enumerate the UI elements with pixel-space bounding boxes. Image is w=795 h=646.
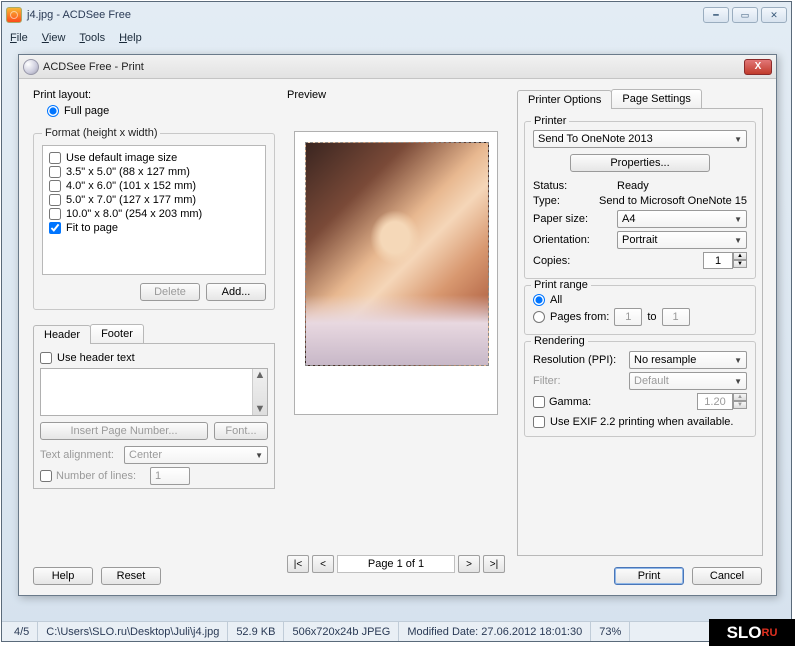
orientation-combo[interactable]: Portrait▼ [617,231,747,249]
chevron-down-icon: ▼ [734,135,742,144]
format-delete-button: Delete [140,283,200,301]
menubar: File View Tools Help [2,28,791,48]
print-button[interactable]: Print [614,567,684,585]
range-all-radio[interactable] [533,294,545,306]
range-from-input: 1 [614,308,642,326]
spin-down-icon[interactable]: ▼ [733,260,747,268]
print-dialog: ACDSee Free - Print X Print layout: Full… [18,54,777,596]
status-path: C:\Users\SLO.ru\Desktop\Juli\j4.jpg [38,622,228,641]
scroll-up-icon: ▲ [255,369,266,381]
menu-file[interactable]: File [10,32,28,44]
rendering-legend: Rendering [531,335,588,347]
status-label: Status: [533,180,613,192]
preview-label: Preview [287,89,505,101]
menu-help[interactable]: Help [119,32,142,44]
orientation-label: Orientation: [533,234,613,246]
spin-up-icon: ▲ [733,393,747,401]
full-page-label: Full page [64,105,109,117]
printer-legend: Printer [531,115,569,127]
printer-properties-button[interactable]: Properties... [570,154,710,172]
number-of-lines-checkbox [40,470,52,482]
filter-label: Filter: [533,375,625,387]
gamma-checkbox[interactable] [533,396,545,408]
status-index: 4/5 [6,622,38,641]
status-value: Ready [617,180,649,192]
range-pages-radio[interactable] [533,311,545,323]
format-check-4[interactable] [49,208,61,220]
number-of-lines-label: Number of lines: [56,470,146,482]
menu-tools[interactable]: Tools [79,32,105,44]
print-icon [23,59,39,75]
format-listbox[interactable]: Use default image size 3.5" x 5.0" (88 x… [42,145,266,275]
chevron-down-icon: ▼ [734,215,742,224]
paper-size-label: Paper size: [533,213,613,225]
spin-up-icon[interactable]: ▲ [733,252,747,260]
tab-footer[interactable]: Footer [90,324,144,343]
print-layout-label: Print layout: [33,89,275,101]
header-textarea: ▲▼ [40,368,268,416]
close-button[interactable]: ✕ [761,7,787,23]
tab-header[interactable]: Header [33,325,91,344]
dialog-title: ACDSee Free - Print [43,61,744,73]
range-to-input: 1 [662,308,690,326]
filter-combo: Default▼ [629,372,747,390]
window-title: j4.jpg - ACDSee Free [27,9,703,21]
print-range-legend: Print range [531,279,591,291]
format-legend: Format (height x width) [42,127,160,139]
titlebar: j4.jpg - ACDSee Free ━ ▭ ✕ [2,2,791,28]
dialog-close-button[interactable]: X [744,59,772,75]
status-zoom: 73% [591,622,630,641]
gamma-label: Gamma: [549,396,627,408]
reset-button[interactable]: Reset [101,567,161,585]
minimize-button[interactable]: ━ [703,7,729,23]
statusbar: 4/5 C:\Users\SLO.ru\Desktop\Juli\j4.jpg … [2,621,791,641]
format-check-1[interactable] [49,166,61,178]
resolution-combo[interactable]: No resample▼ [629,351,747,369]
help-button[interactable]: Help [33,567,93,585]
paper-size-combo[interactable]: A4▼ [617,210,747,228]
chevron-down-icon: ▼ [734,356,742,365]
dialog-titlebar: ACDSee Free - Print X [19,55,776,79]
format-check-0[interactable] [49,152,61,164]
format-check-3[interactable] [49,194,61,206]
use-header-checkbox[interactable] [40,352,52,364]
scroll-down-icon: ▼ [255,403,266,415]
status-size: 52.9 KB [228,622,284,641]
exif-checkbox[interactable] [533,416,545,428]
preview-page [294,131,498,415]
preview-image [305,142,489,366]
font-button: Font... [214,422,268,440]
format-add-button[interactable]: Add... [206,283,266,301]
format-check-5[interactable] [49,222,61,234]
watermark-logo: SLORU [709,619,795,646]
printer-name-combo[interactable]: Send To OneNote 2013▼ [533,130,747,148]
status-dims: 506x720x24b JPEG [284,622,399,641]
gamma-spinner: 1.20▲▼ [697,393,747,410]
cancel-button[interactable]: Cancel [692,567,762,585]
format-check-2[interactable] [49,180,61,192]
tab-page-settings[interactable]: Page Settings [611,89,702,108]
tab-printer-options[interactable]: Printer Options [517,90,612,109]
text-alignment-label: Text alignment: [40,449,120,461]
resolution-label: Resolution (PPI): [533,354,625,366]
chevron-down-icon: ▼ [255,451,263,460]
full-page-radio[interactable] [47,105,59,117]
app-icon [6,7,22,23]
spin-down-icon: ▼ [733,401,747,409]
menu-view[interactable]: View [42,32,66,44]
chevron-down-icon: ▼ [734,236,742,245]
chevron-down-icon: ▼ [734,377,742,386]
insert-page-number-button: Insert Page Number... [40,422,208,440]
type-label: Type: [533,195,595,207]
number-of-lines-input: 1 [150,467,190,485]
text-alignment-combo: Center▼ [124,446,268,464]
status-modified: Modified Date: 27.06.2012 18:01:30 [399,622,591,641]
maximize-button[interactable]: ▭ [732,7,758,23]
type-value: Send to Microsoft OneNote 15 [599,195,747,207]
copies-label: Copies: [533,255,613,267]
main-window: j4.jpg - ACDSee Free ━ ▭ ✕ File View Too… [1,1,792,642]
copies-spinner[interactable]: 1▲▼ [703,252,747,269]
